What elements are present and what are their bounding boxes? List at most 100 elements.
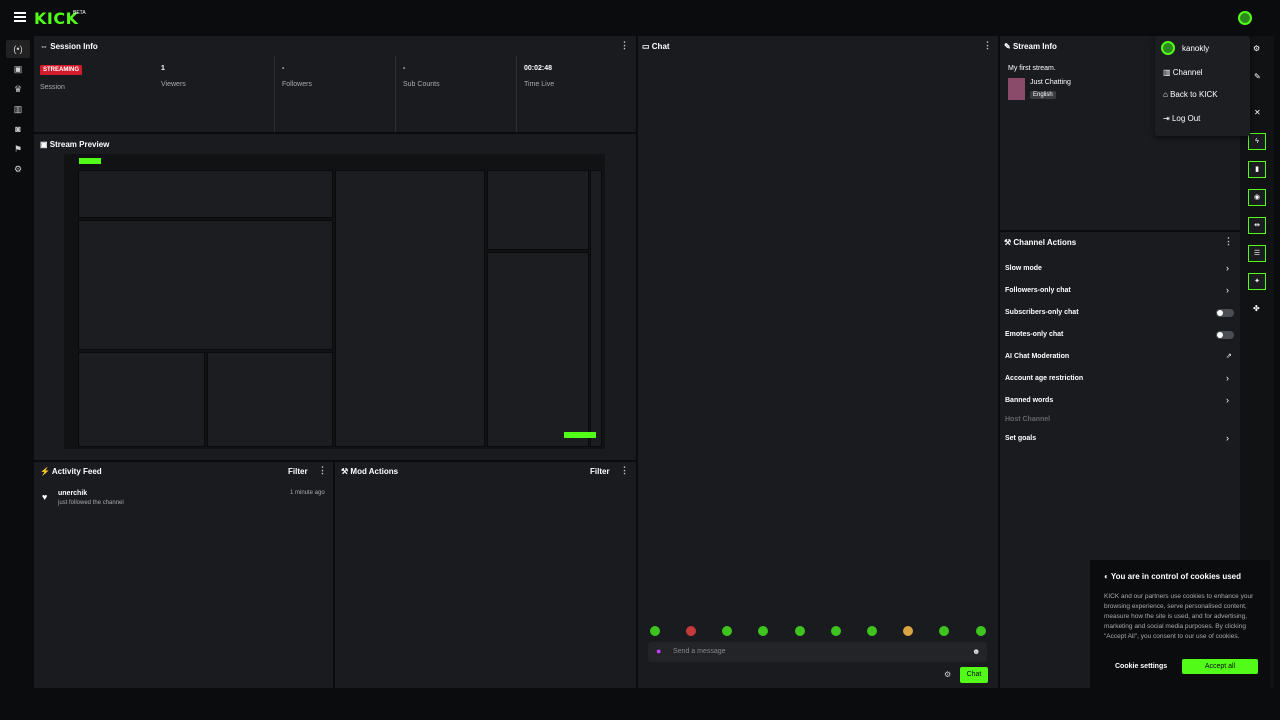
- subs-value: -: [403, 65, 406, 72]
- emote-icon[interactable]: [795, 626, 805, 636]
- user-menu-avatar: [1161, 41, 1175, 55]
- chat-title: ▭ Chat: [642, 42, 670, 51]
- channel-actions-more-icon[interactable]: ⋮: [1224, 236, 1233, 247]
- emote-icon[interactable]: [939, 626, 949, 636]
- ai-moderation-label[interactable]: AI Chat Moderation: [1005, 353, 1069, 360]
- clip-icon[interactable]: ▮: [1248, 161, 1266, 178]
- emote-icon[interactable]: [686, 626, 696, 636]
- activity-feed-title-text: Activity Feed: [51, 467, 102, 476]
- lightning-icon[interactable]: ϟ: [1248, 133, 1266, 150]
- raid-icon[interactable]: ⇹: [1248, 217, 1266, 234]
- close-icon[interactable]: ✕: [1254, 108, 1261, 117]
- stream-info-title: ✎ Stream Info: [1004, 42, 1057, 51]
- chat-more-icon[interactable]: ⋮: [983, 40, 992, 51]
- user-menu: kanokly ⚙ ▥ Channel ⌂ Back to KICK ⇥ Log…: [1155, 36, 1260, 136]
- settings-icon[interactable]: ⚙: [6, 160, 30, 178]
- kick-logo[interactable]: KICK: [34, 9, 79, 28]
- chat-title-text: Chat: [651, 42, 670, 51]
- cookie-title: ◐ You are in control of cookies used: [1104, 572, 1242, 581]
- channel-actions-title-text: Channel Actions: [1013, 238, 1077, 247]
- stream-info-title-text: Stream Info: [1012, 42, 1057, 51]
- broadcast-icon[interactable]: (•): [6, 40, 30, 58]
- menu-item-back-to-kick[interactable]: ⌂ Back to KICK: [1163, 90, 1218, 99]
- community-icon[interactable]: ⚑: [6, 140, 30, 158]
- external-link-icon[interactable]: ⇗: [1226, 352, 1232, 360]
- emotes-only-toggle[interactable]: [1216, 331, 1234, 339]
- chevron-right-icon[interactable]: ›: [1226, 395, 1229, 405]
- microphone-icon[interactable]: ●: [656, 646, 661, 656]
- subscribers-only-label: Subscribers-only chat: [1005, 309, 1079, 316]
- activity-feed-title: ⚡ Activity Feed: [40, 467, 102, 476]
- menu-item-logout-label: Log Out: [1171, 114, 1201, 123]
- chevron-right-icon[interactable]: ›: [1226, 373, 1229, 383]
- session-info-panel: ⇔ Session Info ⋮ STREAMING Session 1 Vie…: [34, 36, 636, 132]
- followers-label: Followers: [282, 81, 312, 88]
- session-info-title-text: Session Info: [50, 42, 98, 51]
- emoji-icon[interactable]: ☻: [972, 647, 980, 656]
- subscribers-only-toggle[interactable]: [1216, 309, 1234, 317]
- activity-more-icon[interactable]: ⋮: [318, 465, 327, 476]
- preview-mini-session: [78, 170, 333, 218]
- emote-icon[interactable]: [867, 626, 877, 636]
- edit-icon[interactable]: ✎: [1254, 72, 1261, 81]
- menu-item-channel[interactable]: ▥ Channel: [1163, 68, 1203, 77]
- more-icon[interactable]: ✤: [1253, 304, 1260, 313]
- camera-icon[interactable]: ◙: [6, 120, 30, 138]
- dashboard-icon[interactable]: ▣: [6, 60, 30, 78]
- mod-more-icon[interactable]: ⋮: [620, 465, 629, 476]
- chevron-right-icon[interactable]: ›: [1226, 285, 1229, 295]
- followers-value: -: [282, 65, 285, 72]
- followers-only-label[interactable]: Followers-only chat: [1005, 287, 1071, 294]
- time-live-value: 00:02:48: [524, 65, 553, 72]
- category-thumbnail: [1008, 78, 1025, 100]
- chat-send-button[interactable]: Chat: [960, 667, 988, 683]
- activity-feed-panel: ⚡ Activity Feed Filter ⋮ ♥ unerchik just…: [34, 462, 333, 688]
- channel-actions-title: ⚒ Channel Actions: [1004, 238, 1077, 247]
- emote-icon[interactable]: [650, 626, 660, 636]
- preview-mini-activity: [78, 352, 205, 447]
- stack-icon[interactable]: ☰: [1248, 245, 1266, 262]
- set-goals-label[interactable]: Set goals: [1005, 435, 1036, 442]
- top-bar: [0, 0, 1280, 36]
- preview-mini-strip: [590, 170, 602, 447]
- user-avatar[interactable]: [1238, 11, 1252, 25]
- activity-filter-button[interactable]: Filter: [288, 467, 308, 476]
- cookie-title-text: You are in control of cookies used: [1110, 572, 1242, 581]
- emote-icon[interactable]: [976, 626, 986, 636]
- cookie-body: KICK and our partners use cookies to enh…: [1104, 593, 1254, 640]
- stream-preview-video[interactable]: [64, 154, 605, 449]
- slow-mode-label[interactable]: Slow mode: [1005, 265, 1042, 272]
- status-label: Session: [40, 84, 65, 91]
- account-age-label[interactable]: Account age restriction: [1005, 375, 1083, 382]
- accept-all-button[interactable]: Accept all: [1182, 659, 1258, 674]
- chat-input[interactable]: ● Send a message ☻: [648, 642, 987, 662]
- emote-icon[interactable]: [722, 626, 732, 636]
- emote-icon[interactable]: [758, 626, 768, 636]
- banned-words-label[interactable]: Banned words: [1005, 397, 1053, 404]
- emote-icon[interactable]: [831, 626, 841, 636]
- viewers-value: 1: [161, 65, 165, 72]
- preview-logo: [79, 158, 101, 164]
- mod-filter-button[interactable]: Filter: [590, 467, 610, 476]
- chat-icon[interactable]: ◉: [1248, 189, 1266, 206]
- chevron-right-icon[interactable]: ›: [1226, 433, 1229, 443]
- settings-icon[interactable]: ⚙: [1253, 44, 1260, 53]
- preview-mini-mod: [207, 352, 333, 447]
- divider: [274, 56, 275, 132]
- menu-icon[interactable]: [14, 12, 26, 22]
- stream-preview-title-text: Stream Preview: [49, 140, 110, 149]
- menu-item-log-out[interactable]: ⇥ Log Out: [1163, 114, 1200, 123]
- language-tag: English: [1030, 91, 1056, 99]
- analytics-icon[interactable]: ▥: [6, 100, 30, 118]
- category-name: Just Chatting: [1030, 79, 1071, 86]
- trophy-icon[interactable]: ♛: [6, 80, 30, 98]
- subs-label: Sub Counts: [403, 81, 440, 88]
- chat-settings-icon[interactable]: ⚙: [944, 670, 951, 679]
- wrench-icon[interactable]: ✦: [1248, 273, 1266, 290]
- session-info-more-icon[interactable]: ⋮: [620, 40, 629, 51]
- session-info-title: ⇔ Session Info: [40, 42, 98, 51]
- cookie-settings-button[interactable]: Cookie settings: [1115, 663, 1167, 670]
- chevron-right-icon[interactable]: ›: [1226, 263, 1229, 273]
- emote-icon[interactable]: [903, 626, 913, 636]
- chat-placeholder: Send a message: [673, 648, 726, 655]
